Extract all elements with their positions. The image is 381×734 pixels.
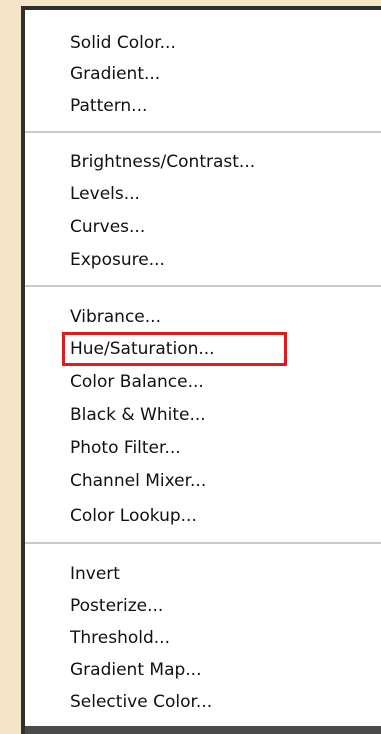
menu-item-invert[interactable]: Invert — [70, 560, 120, 588]
menu-item-solid-color[interactable]: Solid Color... — [70, 29, 176, 57]
menu-item-curves[interactable]: Curves... — [70, 213, 145, 241]
menu-separator — [25, 285, 381, 287]
menu-item-color-balance[interactable]: Color Balance... — [70, 368, 204, 396]
menu-item-gradient[interactable]: Gradient... — [70, 60, 160, 88]
adjustment-layer-menu: Solid Color... Gradient... Pattern... Br… — [25, 10, 381, 726]
menu-separator — [25, 131, 381, 133]
menu-item-posterize[interactable]: Posterize... — [70, 592, 163, 620]
menu-item-selective-color[interactable]: Selective Color... — [70, 688, 212, 716]
menu-item-color-lookup[interactable]: Color Lookup... — [70, 502, 197, 530]
menu-item-threshold[interactable]: Threshold... — [70, 624, 170, 652]
menu-item-brightness-contrast[interactable]: Brightness/Contrast... — [70, 148, 255, 176]
menu-item-black-white[interactable]: Black & White... — [70, 401, 206, 429]
menu-item-channel-mixer[interactable]: Channel Mixer... — [70, 467, 206, 495]
menu-bottom-strip — [25, 726, 381, 734]
menu-item-pattern[interactable]: Pattern... — [70, 92, 147, 120]
hue-saturation-highlight — [62, 332, 287, 366]
menu-item-vibrance[interactable]: Vibrance... — [70, 303, 161, 331]
menu-item-gradient-map[interactable]: Gradient Map... — [70, 656, 201, 684]
menu-item-levels[interactable]: Levels... — [70, 180, 140, 208]
menu-item-photo-filter[interactable]: Photo Filter... — [70, 434, 181, 462]
menu-item-exposure[interactable]: Exposure... — [70, 246, 165, 274]
menu-separator — [25, 542, 381, 544]
